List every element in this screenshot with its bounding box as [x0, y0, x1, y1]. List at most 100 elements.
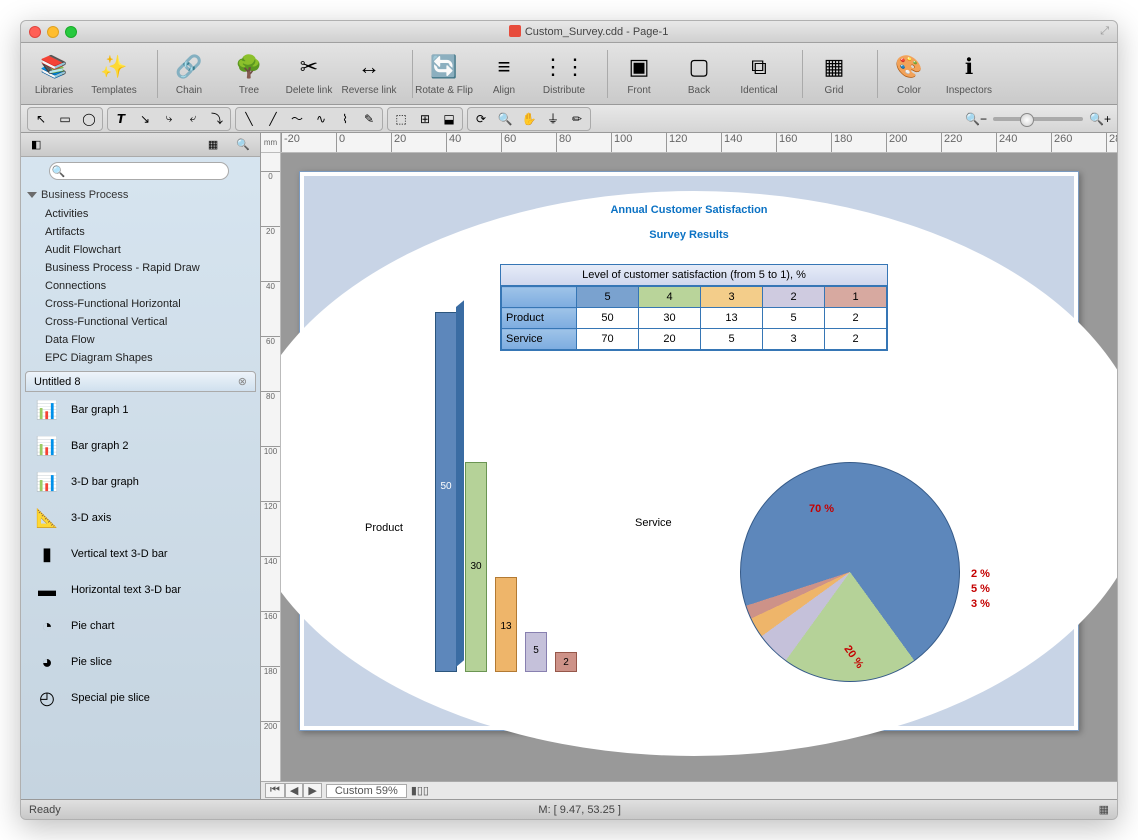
curve-tool-1[interactable]: 〜 [286, 110, 308, 128]
delete-link-button[interactable]: ✂Delete link [284, 51, 334, 96]
color-label: Color [897, 85, 921, 96]
zoom-tool[interactable]: 🔍 [494, 110, 516, 128]
window-zoom-button[interactable] [65, 26, 77, 38]
tree-button[interactable]: 🌳Tree [224, 51, 274, 96]
zoom-in-button[interactable]: 🔍+ [1089, 110, 1111, 128]
shape-3d-axis[interactable]: 📐3-D axis [21, 500, 260, 536]
shape-vtext-3d-bar[interactable]: ▮Vertical text 3-D bar [21, 536, 260, 572]
identical-button[interactable]: ⧉Identical [734, 51, 784, 96]
status-view-icon[interactable]: ▦ [1099, 803, 1109, 816]
zoom-out-button[interactable]: 🔍− [965, 110, 987, 128]
window-minimize-button[interactable] [47, 26, 59, 38]
distribute-button[interactable]: ⋮⋮Distribute [539, 51, 589, 96]
ruler-unit-label: mm [261, 133, 281, 152]
pie-label-3: 3 % [971, 598, 990, 610]
sidebar-search-input[interactable] [49, 162, 229, 180]
refresh-tool[interactable]: ⟳ [470, 110, 492, 128]
tab-nav-first[interactable]: ⏮ [265, 783, 285, 798]
tab-nav-next[interactable]: ▶ [303, 783, 321, 798]
front-button[interactable]: ▣Front [614, 51, 664, 96]
sidebar-tab-tree[interactable]: ◧ [25, 136, 47, 153]
window-close-button[interactable] [29, 26, 41, 38]
tree-item[interactable]: EPC Diagram Shapes [21, 349, 260, 367]
tab-nav-prev[interactable]: ◀ [285, 783, 303, 798]
libraries-button[interactable]: 📚Libraries [29, 51, 79, 96]
shape-bar-graph-2[interactable]: 📊Bar graph 2 [21, 428, 260, 464]
app-window: Custom_Survey.cdd - Page-1 ⤢ 📚Libraries✨… [20, 20, 1118, 820]
color-button[interactable]: 🎨Color [884, 51, 934, 96]
crop-tool[interactable]: ⬚ [390, 110, 412, 128]
freehand-tool[interactable]: ✎ [358, 110, 380, 128]
templates-icon: ✨ [98, 51, 130, 83]
status-ready: Ready [29, 804, 61, 816]
3d-bar-graph-icon: 📊 [31, 470, 63, 494]
eyedropper-tool[interactable]: ✏ [566, 110, 588, 128]
library-tab-close-icon[interactable]: ⊗ [238, 375, 247, 388]
back-button[interactable]: ▢Back [674, 51, 724, 96]
library-tab[interactable]: Untitled 8 ⊗ [25, 371, 256, 392]
line-tool-1[interactable]: ╲ [238, 110, 260, 128]
stamp-tool[interactable]: ⏚ [542, 110, 564, 128]
templates-label: Templates [91, 85, 137, 96]
service-pie-chart: Service 70 % 20 % 2 % 3 % 5 % [740, 462, 1020, 722]
snap-tool[interactable]: ⊞ [414, 110, 436, 128]
curve-tool-2[interactable]: ∿ [310, 110, 332, 128]
shape-label: Bar graph 1 [71, 404, 128, 416]
templates-button[interactable]: ✨ Templates [89, 51, 139, 96]
shape-pie-chart[interactable]: ◔Pie chart [21, 608, 260, 644]
shape-label: Special pie slice [71, 692, 150, 704]
bar-4-value: 30 [465, 561, 487, 572]
grid-button[interactable]: ▦Grid [809, 51, 859, 96]
bar-3-value: 13 [495, 621, 517, 632]
pan-tool[interactable]: ✋ [518, 110, 540, 128]
rect-tool[interactable]: ▭ [54, 110, 76, 128]
align-button[interactable]: ≡Align [479, 51, 529, 96]
connector-tool-2[interactable]: ⤷ [158, 110, 180, 128]
union-tool[interactable]: ⬓ [438, 110, 460, 128]
connector-tool-3[interactable]: ⤶ [182, 110, 204, 128]
shape-htext-3d-bar[interactable]: ▬Horizontal text 3-D bar [21, 572, 260, 608]
tree-item[interactable]: Data Flow [21, 331, 260, 349]
polyline-tool[interactable]: ⌇ [334, 110, 356, 128]
tab-splitter[interactable]: ▮▯▯ [411, 784, 429, 797]
connector-tool-1[interactable]: ↘ [134, 110, 156, 128]
text-tool[interactable]: 𝙏 [110, 110, 132, 128]
tree-item[interactable]: Audit Flowchart [21, 241, 260, 259]
canvas-area: mm -200204060801001201401601802002202402… [261, 133, 1117, 799]
ellipse-tool[interactable]: ◯ [78, 110, 100, 128]
shape-pie-slice[interactable]: ◕Pie slice [21, 644, 260, 680]
back-icon: ▢ [683, 51, 715, 83]
line-tool-2[interactable]: ╱ [262, 110, 284, 128]
sidebar-tab-grid[interactable]: ▦ [202, 136, 224, 153]
app-icon [509, 25, 521, 37]
inspectors-button[interactable]: ℹInspectors [944, 51, 994, 96]
tree-item[interactable]: Artifacts [21, 223, 260, 241]
rotate-flip-button[interactable]: 🔄Rotate & Flip [419, 51, 469, 96]
status-mouse-coords: M: [ 9.47, 53.25 ] [69, 804, 1091, 816]
tree-item[interactable]: Cross-Functional Horizontal [21, 295, 260, 313]
page-tab-name[interactable]: Custom 59% [326, 784, 407, 798]
chain-button[interactable]: 🔗Chain [164, 51, 214, 96]
connector-tool-4[interactable]: ⤵ [206, 110, 228, 128]
tree-item[interactable]: Cross-Functional Vertical [21, 313, 260, 331]
sidebar-tab-search[interactable]: 🔍 [230, 136, 256, 153]
front-icon: ▣ [623, 51, 655, 83]
tree-header-business-process[interactable]: Business Process [21, 185, 260, 205]
special-pie-slice-icon: ◴ [31, 686, 63, 710]
pointer-tool[interactable]: ↖ [30, 110, 52, 128]
reverse-link-button[interactable]: ↔Reverse link [344, 51, 394, 96]
shape-toolbar: ↖ ▭ ◯ 𝙏 ↘ ⤷ ⤶ ⤵ ╲ ╱ 〜 ∿ ⌇ ✎ ⬚ ⊞ ⬓ ⟳ 🔍 ✋ [21, 105, 1117, 133]
shape-bar-graph-1[interactable]: 📊Bar graph 1 [21, 392, 260, 428]
canvas[interactable]: Annual Customer SatisfactionSurvey Resul… [281, 153, 1117, 781]
page[interactable]: Annual Customer SatisfactionSurvey Resul… [299, 171, 1079, 731]
zoom-slider[interactable] [993, 117, 1083, 121]
shape-special-pie-slice[interactable]: ◴ Special pie slice [21, 680, 260, 716]
fullscreen-icon[interactable]: ⤢ [1100, 25, 1109, 38]
disclosure-triangle-icon [27, 192, 37, 198]
tree-item[interactable]: Connections [21, 277, 260, 295]
shape-3d-bar-graph[interactable]: 📊3-D bar graph [21, 464, 260, 500]
shape-label: Vertical text 3-D bar [71, 548, 168, 560]
ruler-vertical: 020406080100120140160180200 [261, 153, 281, 781]
tree-item[interactable]: Activities [21, 205, 260, 223]
tree-item[interactable]: Business Process - Rapid Draw [21, 259, 260, 277]
